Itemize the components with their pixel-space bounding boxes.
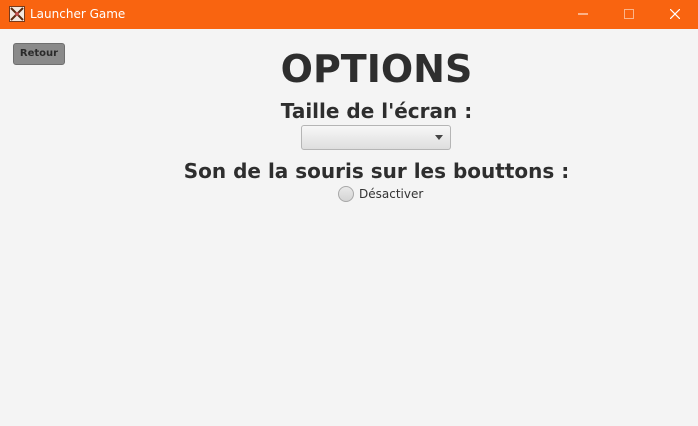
maximize-icon [624, 9, 634, 19]
screen-size-label: Taille de l'écran : [280, 99, 473, 123]
close-button[interactable] [652, 0, 698, 29]
window-title: Launcher Game [30, 7, 126, 21]
disable-sound-label: Désactiver [359, 187, 424, 201]
close-icon [670, 9, 680, 19]
app-icon [9, 6, 25, 22]
mouse-sound-label: Son de la souris sur les bouttons : [183, 159, 570, 183]
page-title: OPTIONS [280, 47, 473, 91]
minimize-button[interactable] [560, 0, 606, 29]
chevron-down-icon [435, 135, 443, 140]
minimize-icon [578, 13, 588, 15]
window-titlebar: Launcher Game [0, 0, 698, 29]
radio-button-icon[interactable] [338, 186, 354, 202]
screen-size-select[interactable] [301, 125, 451, 150]
disable-sound-radio[interactable]: Désactiver [338, 185, 428, 203]
maximize-button[interactable] [606, 0, 652, 29]
